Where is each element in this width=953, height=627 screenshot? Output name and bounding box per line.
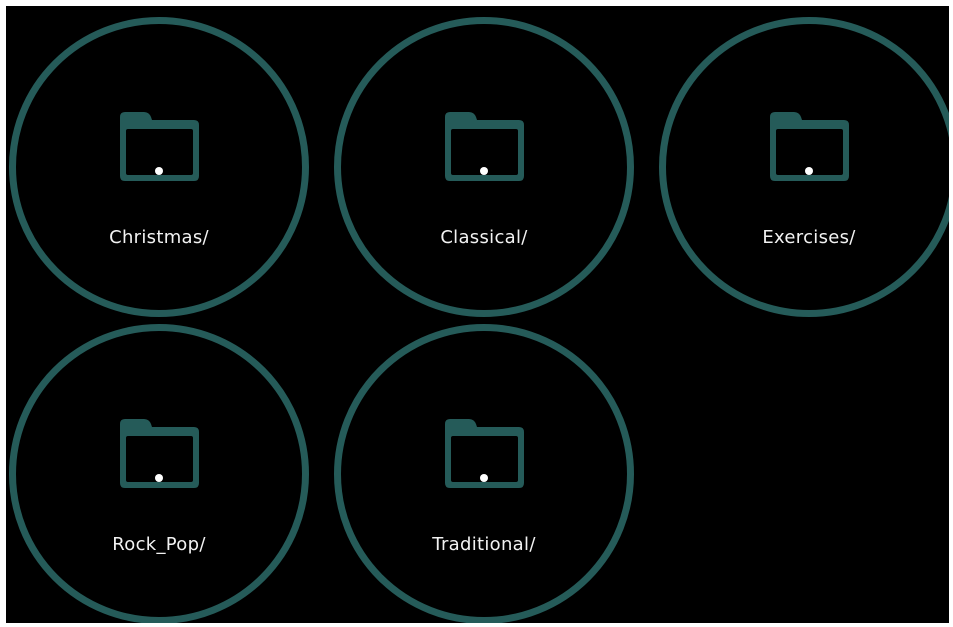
folder-icon [120,419,199,488]
folder-tile-christmas[interactable]: Christmas/ [9,17,309,317]
folder-tile-classical[interactable]: Classical/ [334,17,634,317]
indicator-dot [805,167,813,175]
folder-tile-traditional[interactable]: Traditional/ [334,324,634,623]
folder-tile-exercises[interactable]: Exercises/ [659,17,949,317]
folder-icon [770,112,849,181]
folder-icon [120,112,199,181]
folder-label: Traditional/ [432,534,536,555]
indicator-dot [480,167,488,175]
folder-label: Christmas/ [109,227,209,248]
folder-label: Classical/ [440,227,528,248]
indicator-dot [480,474,488,482]
folder-icon [445,419,524,488]
folder-label: Rock_Pop/ [112,534,206,555]
folder-tile-rock-pop[interactable]: Rock_Pop/ [9,324,309,623]
folder-label: Exercises/ [762,227,856,248]
indicator-dot [155,167,163,175]
folder-icon [445,112,524,181]
indicator-dot [155,474,163,482]
folder-browser: Christmas/ Classical/ Exercises/ Rock_Po… [6,6,949,623]
